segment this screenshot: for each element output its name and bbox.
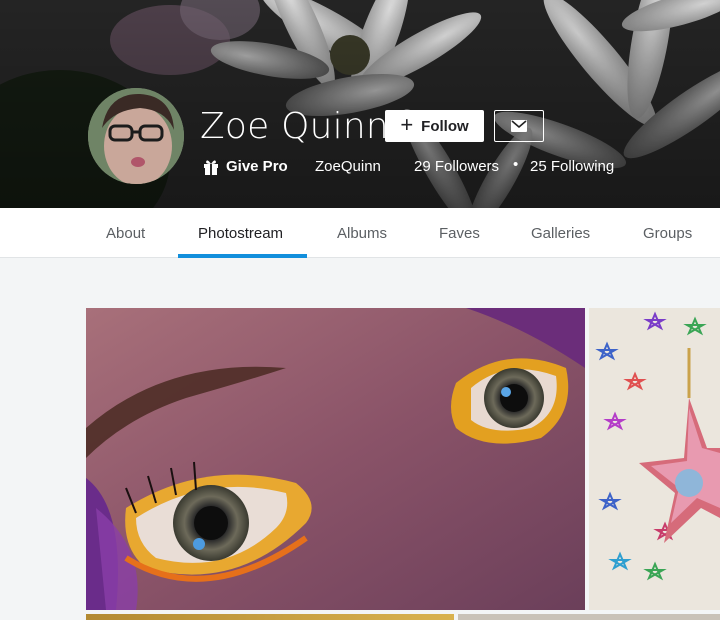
photo-tile[interactable] xyxy=(458,614,720,620)
follow-button[interactable]: + Follow xyxy=(385,110,484,142)
follow-label: Follow xyxy=(421,117,469,135)
tab-galleries[interactable]: Galleries xyxy=(531,208,590,258)
tab-photostream[interactable]: Photostream xyxy=(198,208,283,258)
avatar-photo xyxy=(88,88,184,184)
followers-count[interactable]: 29 Followers xyxy=(414,158,499,175)
tab-albums[interactable]: Albums xyxy=(337,208,387,258)
following-count[interactable]: 25 Following xyxy=(530,158,614,175)
username: ZoeQuinn xyxy=(315,158,381,175)
photo-tile[interactable] xyxy=(86,308,585,610)
mail-icon xyxy=(511,120,527,132)
photo-tile[interactable] xyxy=(589,308,720,610)
tab-faves[interactable]: Faves xyxy=(439,208,480,258)
photo-image xyxy=(589,308,720,610)
plus-icon: + xyxy=(400,112,414,137)
give-pro-label: Give Pro xyxy=(226,158,288,175)
photo-tile[interactable] xyxy=(86,614,454,620)
profile-subnav: About Photostream Albums Faves Galleries… xyxy=(0,208,720,258)
give-pro-link[interactable]: Give Pro xyxy=(203,158,288,175)
tab-groups[interactable]: Groups xyxy=(643,208,692,258)
profile-name: Zoe Quinn xyxy=(200,106,389,147)
photo-image xyxy=(86,308,585,610)
active-tab-indicator xyxy=(178,254,307,258)
tab-about[interactable]: About xyxy=(106,208,145,258)
avatar[interactable] xyxy=(88,88,184,184)
message-button[interactable] xyxy=(494,110,544,142)
gift-icon xyxy=(204,159,218,175)
stat-separator: • xyxy=(513,156,519,173)
